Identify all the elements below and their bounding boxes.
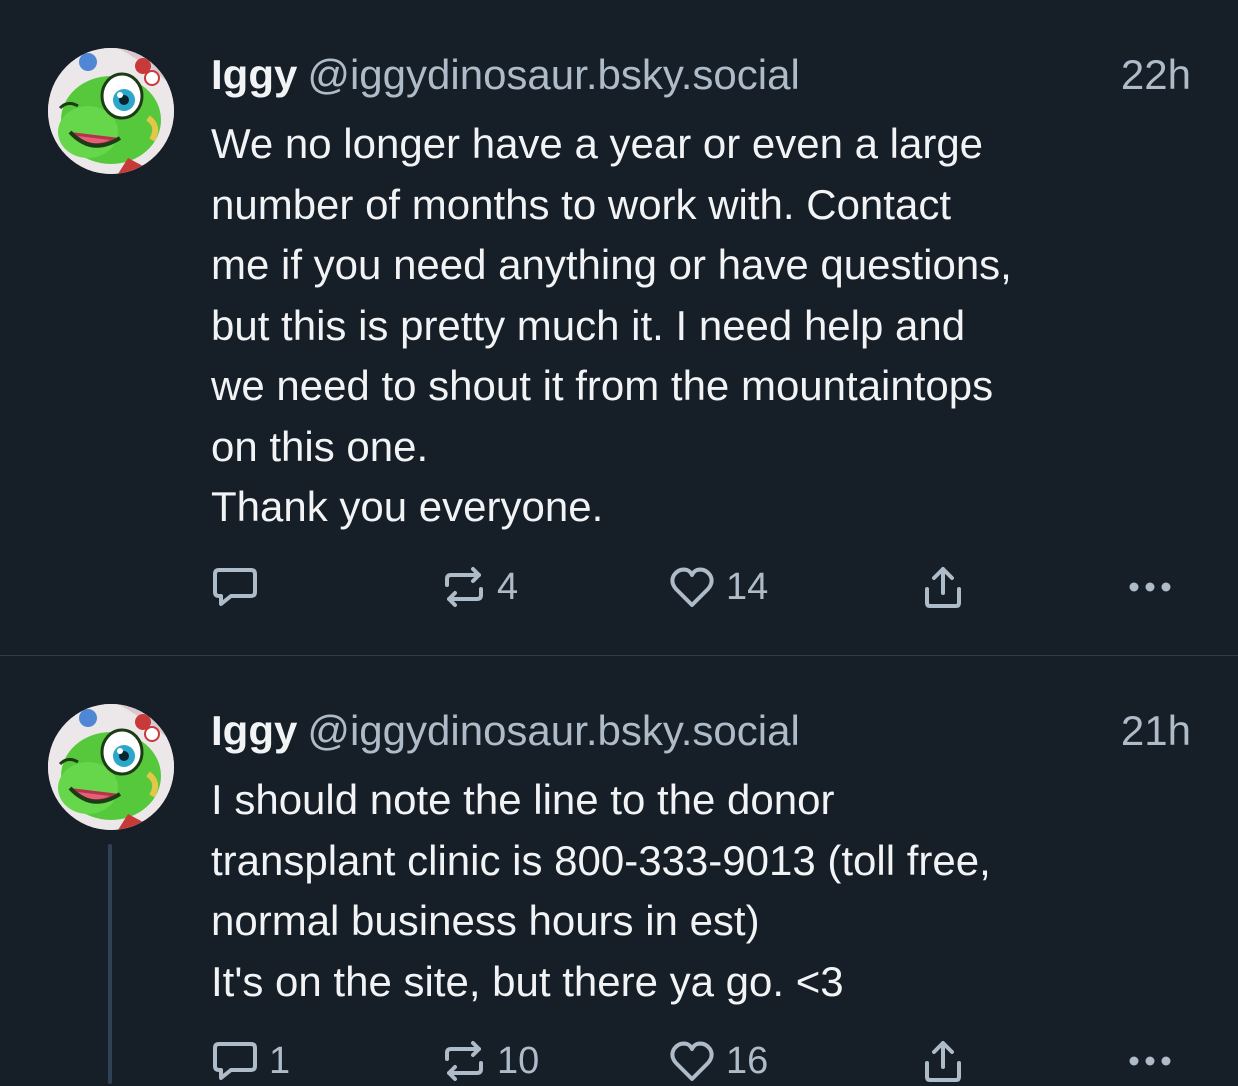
post[interactable]: Iggy @iggydinosaur.bsky.social 21h I shou… [0, 656, 1238, 1084]
like-button[interactable]: 14 [668, 562, 768, 612]
repost-count: 10 [497, 1039, 540, 1082]
author-handle[interactable]: @iggydinosaur.bsky.social [307, 707, 799, 754]
more-options-icon [1129, 582, 1171, 592]
post-text: I should note the line to the donor tran… [211, 770, 1211, 1012]
post[interactable]: Iggy @iggydinosaur.bsky.social 22h We no … [0, 0, 1238, 655]
post-actions: 4 14 [211, 562, 1191, 612]
reply-icon [213, 568, 257, 606]
post-text-line: we need to shout it from the mountaintop… [211, 362, 994, 409]
repost-icon [445, 567, 483, 607]
more-options-button[interactable] [1126, 562, 1174, 612]
reply-count: 1 [269, 1039, 291, 1082]
reply-button[interactable] [211, 562, 269, 612]
repost-button[interactable]: 10 [441, 1036, 539, 1086]
post-text-line: We no longer have a year or even a large [211, 120, 984, 167]
avatar[interactable] [48, 48, 174, 174]
post-header: Iggy @iggydinosaur.bsky.social 21h [211, 706, 1191, 756]
feed: Iggy @iggydinosaur.bsky.social 22h We no … [0, 0, 1238, 1084]
repost-button[interactable]: 4 [441, 562, 518, 612]
heart-icon [670, 567, 714, 607]
author-handle[interactable]: @iggydinosaur.bsky.social [307, 51, 799, 98]
post-text-line: me if you need anything or have question… [211, 241, 1012, 288]
repost-count: 4 [497, 565, 519, 608]
post-header: Iggy @iggydinosaur.bsky.social 22h [211, 50, 1191, 100]
post-actions: 1 10 16 [211, 1036, 1191, 1086]
thread-line [108, 844, 112, 1084]
post-text-line: on this one. [211, 422, 429, 470]
like-count: 16 [726, 1039, 769, 1082]
heart-icon [670, 1041, 714, 1081]
reply-icon [213, 1042, 257, 1080]
share-button[interactable] [921, 562, 965, 612]
post-time[interactable]: 22h [1121, 50, 1191, 100]
share-icon [925, 567, 961, 608]
author-name[interactable]: Iggy [211, 51, 297, 98]
dinosaur-avatar-icon [48, 48, 174, 174]
dinosaur-avatar-icon [48, 704, 174, 830]
share-icon [925, 1041, 961, 1082]
post-time[interactable]: 21h [1121, 706, 1191, 756]
post-text-line: but this is pretty much it. I need help … [211, 301, 966, 349]
like-button[interactable]: 16 [668, 1036, 768, 1086]
post-text-line: number of months to work with. Contact [211, 180, 951, 228]
post-text: We no longer have a year or even a large… [211, 114, 1211, 538]
avatar[interactable] [48, 704, 174, 830]
author-name[interactable]: Iggy [211, 707, 297, 754]
reply-button[interactable]: 1 [211, 1036, 290, 1086]
more-options-button[interactable] [1126, 1036, 1174, 1086]
share-button[interactable] [921, 1036, 965, 1086]
post-text-line: Thank you everyone. [211, 483, 604, 530]
like-count: 14 [726, 565, 769, 608]
repost-icon [445, 1041, 483, 1081]
post-text-line: It's on the site, but there ya go. <3 [211, 957, 844, 1005]
post-text-line: I should note the line to the donor [211, 776, 835, 823]
more-options-icon [1129, 1056, 1171, 1066]
post-text-line: transplant clinic is 800-333-9013 (toll … [211, 836, 991, 884]
post-text-line: normal business hours in est) [211, 897, 760, 944]
